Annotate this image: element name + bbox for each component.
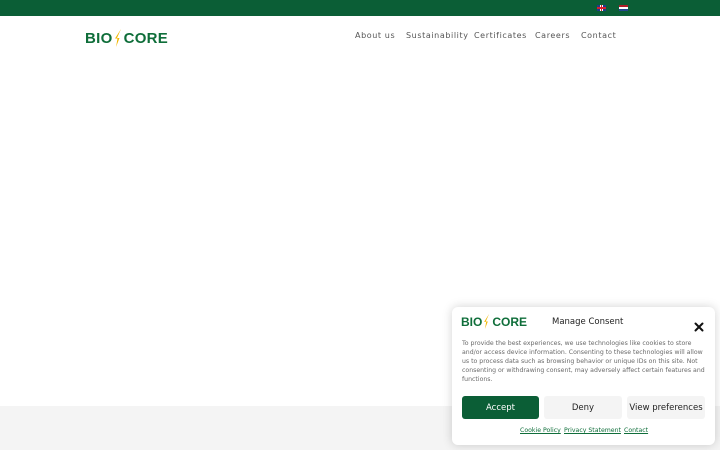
consent-body-text: To provide the best experiences, we use … — [462, 340, 705, 383]
contact-link[interactable]: Contact — [624, 427, 648, 434]
consent-logo-text-bio: BIO — [461, 314, 483, 329]
flag-en-icon[interactable] — [597, 5, 606, 11]
nav-sustainability[interactable]: Sustainability — [406, 31, 469, 40]
privacy-statement-link[interactable]: Privacy Statement — [564, 427, 621, 434]
nav-careers[interactable]: Careers — [535, 31, 570, 40]
logo-text-core: CORE — [123, 29, 169, 47]
flag-nl-icon[interactable] — [619, 5, 628, 11]
close-icon[interactable] — [694, 317, 704, 332]
site-logo[interactable]: BIO CORE — [85, 28, 168, 48]
consent-title: Manage Consent — [552, 317, 624, 327]
logo-text-bio: BIO — [85, 29, 113, 47]
nav-contact[interactable]: Contact — [581, 31, 616, 40]
nav-about-us[interactable]: About us — [355, 31, 395, 40]
consent-logo-text-core: CORE — [492, 314, 528, 329]
logo-slash-icon — [114, 29, 122, 47]
nav-certificates[interactable]: Certificates — [474, 31, 527, 40]
deny-button[interactable]: Deny — [544, 396, 622, 419]
consent-logo-slash-icon — [484, 314, 490, 329]
top-bar — [0, 0, 720, 16]
cookie-policy-link[interactable]: Cookie Policy — [520, 427, 561, 434]
consent-logo: BIO CORE — [461, 314, 527, 329]
cookie-consent-dialog: BIO CORE Manage Consent To provide the b… — [452, 307, 715, 445]
accept-button[interactable]: Accept — [462, 396, 539, 419]
view-preferences-button[interactable]: View preferences — [627, 396, 705, 419]
